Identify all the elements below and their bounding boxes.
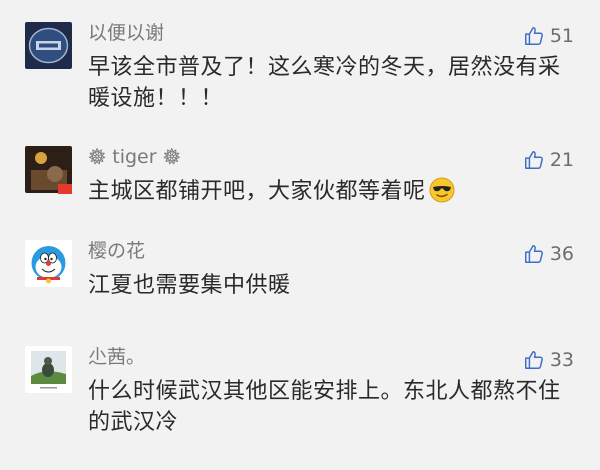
like-button[interactable]: 51 xyxy=(523,25,574,47)
avatar[interactable] xyxy=(25,240,72,287)
like-button[interactable]: 36 xyxy=(523,243,574,265)
like-count: 33 xyxy=(549,348,574,371)
like-count: 21 xyxy=(549,148,574,171)
avatar[interactable] xyxy=(25,22,72,69)
comment-text: 什么时候武汉其他区能安排上。东北人都熬不住的武汉冷 xyxy=(88,379,561,435)
thumbs-up-icon xyxy=(524,151,543,169)
like-count: 36 xyxy=(549,242,574,265)
like-count: 51 xyxy=(549,24,574,47)
comment-text: 早该全市普及了！这么寒冷的冬天，居然没有采暖设施！！！ xyxy=(88,55,561,111)
flag-badge xyxy=(58,184,72,194)
like-button[interactable]: 21 xyxy=(523,149,574,171)
comment-username[interactable]: 尐茜。 xyxy=(88,348,145,367)
thumbs-up-icon xyxy=(524,27,543,45)
like-button[interactable]: 33 xyxy=(523,349,574,371)
thumbs-up-icon xyxy=(524,351,543,369)
comment-username[interactable]: 樱の花 xyxy=(88,242,145,261)
comment-username[interactable]: 𖣔 tiger 𖣔 xyxy=(88,148,181,167)
sunglasses-emoji-icon xyxy=(429,177,455,203)
comment-text: 主城区都铺开吧，大家伙都等着呢 xyxy=(88,176,568,207)
comment-username[interactable]: 以便以谢 xyxy=(88,24,164,43)
thumbs-up-icon xyxy=(524,245,543,263)
comment-text-content: 主城区都铺开吧，大家伙都等着呢 xyxy=(88,179,426,204)
comment-text: 江夏也需要集中供暖 xyxy=(88,273,291,298)
avatar[interactable] xyxy=(25,346,72,393)
